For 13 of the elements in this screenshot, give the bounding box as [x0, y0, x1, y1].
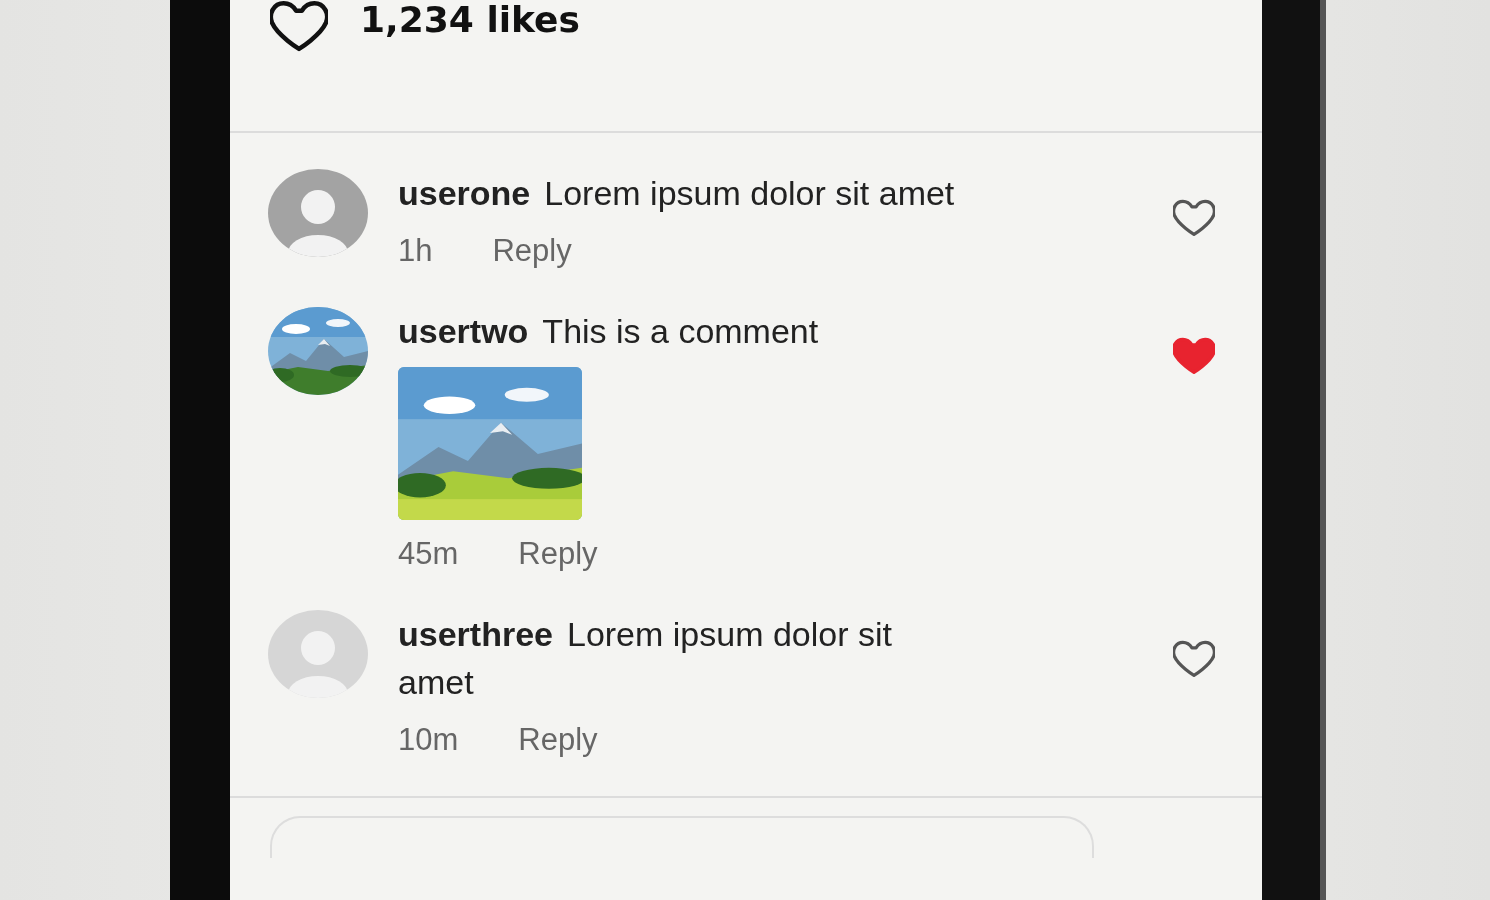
reply-link[interactable]: Reply [492, 231, 572, 271]
reply-link[interactable]: Reply [518, 720, 598, 760]
like-count: 1,234 likes [360, 0, 580, 40]
comment-time: 45m [398, 535, 459, 573]
comment-text: userthree Lorem ipsum dolor sit amet [398, 614, 893, 703]
heart-icon[interactable] [1173, 640, 1215, 678]
comment-text: userone Lorem ipsum dolor sit amet [398, 173, 956, 214]
comment-text: usertwo This is a comment [398, 311, 820, 352]
heart-icon[interactable] [270, 0, 328, 53]
reply-link[interactable]: Reply [518, 534, 598, 574]
comment-time: 1h [398, 232, 433, 270]
comment-time: 10m [398, 721, 459, 759]
heart-icon[interactable] [1173, 199, 1215, 237]
